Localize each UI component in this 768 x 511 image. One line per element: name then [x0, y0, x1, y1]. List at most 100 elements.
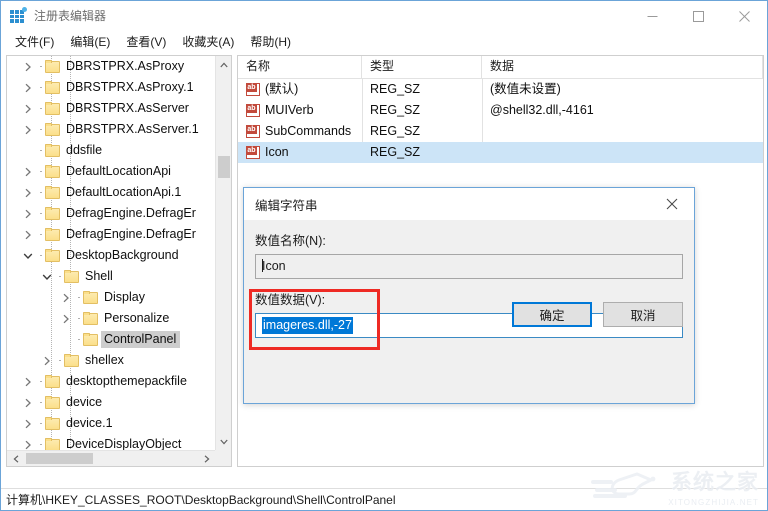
tree-node-device[interactable]: device — [7, 392, 216, 413]
tree-connector — [74, 329, 83, 350]
chevron-right-icon[interactable] — [20, 182, 36, 203]
window-title: 注册表编辑器 — [34, 9, 107, 23]
folder-icon — [45, 417, 60, 430]
menu-item-help[interactable]: 帮助(H) — [243, 32, 300, 52]
registry-editor-icon — [10, 7, 27, 24]
tree-node-ddsfile[interactable]: ddsfile — [7, 140, 216, 161]
value-type-cell: REG_SZ — [370, 103, 421, 117]
tree-node-device-1[interactable]: device.1 — [7, 413, 216, 434]
tree-vertical-scrollbar[interactable] — [215, 56, 231, 450]
tree-connector — [36, 140, 45, 161]
tree-node-shell[interactable]: Shell — [7, 266, 216, 287]
status-bar: 计算机\HKEY_CLASSES_ROOT\DesktopBackground\… — [1, 488, 767, 510]
tree-node-defaultlocationapi[interactable]: DefaultLocationApi — [7, 161, 216, 182]
scroll-up-icon[interactable] — [216, 56, 231, 73]
chevron-right-icon[interactable] — [39, 350, 55, 371]
chevron-right-icon[interactable] — [20, 77, 36, 98]
chevron-right-icon[interactable] — [20, 224, 36, 245]
chevron-right-icon[interactable] — [20, 56, 36, 77]
registry-value-row[interactable]: ab Icon REG_SZ — [238, 142, 763, 163]
tree-node-personalize[interactable]: Personalize — [7, 308, 216, 329]
folder-icon — [45, 165, 60, 178]
tree-node-defragengine-defrager[interactable]: DefragEngine.DefragEr — [7, 203, 216, 224]
tree-vertical-scroll-thumb[interactable] — [218, 156, 230, 178]
folder-icon — [45, 123, 60, 136]
dialog-close-icon[interactable] — [649, 188, 694, 219]
scroll-right-icon[interactable] — [198, 451, 215, 466]
tree-connector — [74, 308, 83, 329]
menu-item-edit[interactable]: 编辑(E) — [63, 32, 119, 52]
tree-node-shellex[interactable]: shellex — [7, 350, 216, 371]
close-icon[interactable] — [721, 1, 767, 31]
tree-node-devicedisplayobject[interactable]: DeviceDisplayObject — [7, 434, 216, 450]
tree-node-desktopthemepackfile[interactable]: desktopthemepackfile — [7, 371, 216, 392]
tree-node-defragengine-defrager[interactable]: DefragEngine.DefragEr — [7, 224, 216, 245]
chevron-down-icon[interactable] — [20, 245, 36, 266]
tree-node-label: DefragEngine.DefragEr — [66, 227, 196, 241]
menu-item-favorites[interactable]: 收藏夹(A) — [175, 32, 243, 52]
column-header-type[interactable]: 类型 — [362, 56, 482, 78]
tree-horizontal-scrollbar[interactable] — [7, 450, 215, 466]
chevron-right-icon[interactable] — [20, 98, 36, 119]
chevron-right-icon[interactable] — [58, 287, 74, 308]
tree-node-display[interactable]: Display — [7, 287, 216, 308]
tree-node-controlpanel[interactable]: ControlPanel — [7, 329, 216, 350]
dialog-title-bar: 编辑字符串 — [244, 188, 694, 220]
column-header-name[interactable]: 名称 — [238, 56, 362, 78]
tree-node-dbrstprx-asproxy[interactable]: DBRSTPRX.AsProxy — [7, 56, 216, 77]
minimize-icon[interactable] — [629, 1, 675, 31]
tree-node-desktopbackground[interactable]: DesktopBackground — [7, 245, 216, 266]
chevron-down-icon[interactable] — [39, 266, 55, 287]
chevron-right-icon[interactable] — [20, 371, 36, 392]
scroll-down-icon[interactable] — [216, 433, 231, 450]
folder-icon — [83, 291, 98, 304]
chevron-right-icon[interactable] — [20, 434, 36, 450]
value-name-cell: Icon — [265, 145, 289, 159]
tree-connector — [36, 98, 45, 119]
tree-connector — [36, 434, 45, 450]
tree-node-label: DefaultLocationApi.1 — [66, 185, 182, 199]
folder-icon — [45, 102, 60, 115]
cancel-button[interactable]: 取消 — [603, 302, 683, 327]
chevron-right-icon[interactable] — [20, 161, 36, 182]
value-name-cell: SubCommands — [265, 124, 352, 138]
registry-value-row[interactable]: ab (默认) REG_SZ (数值未设置) — [238, 79, 763, 100]
chevron-right-icon[interactable] — [20, 392, 36, 413]
registry-tree[interactable]: DBRSTPRX.AsProxy DBRSTPRX.AsProxy.1 DBRSTP… — [7, 56, 216, 450]
folder-icon — [45, 228, 60, 241]
edit-string-dialog: 编辑字符串 数值名称(N): Icon 数值数据(V): imageres.dl… — [243, 187, 695, 404]
tree-horizontal-scroll-thumb[interactable] — [26, 453, 93, 464]
folder-icon — [83, 333, 98, 346]
tree-connector — [36, 224, 45, 245]
registry-tree-pane: DBRSTPRX.AsProxy DBRSTPRX.AsProxy.1 DBRSTP… — [6, 55, 232, 467]
tree-node-dbrstprx-asserver-1[interactable]: DBRSTPRX.AsServer.1 — [7, 119, 216, 140]
value-name-input[interactable]: Icon — [255, 254, 683, 279]
tree-node-defaultlocationapi-1[interactable]: DefaultLocationApi.1 — [7, 182, 216, 203]
tree-node-dbrstprx-asserver[interactable]: DBRSTPRX.AsServer — [7, 98, 216, 119]
registry-value-row[interactable]: ab MUIVerb REG_SZ @shell32.dll,-4161 — [238, 100, 763, 121]
list-body[interactable]: ab (默认) REG_SZ (数值未设置) ab MUIVerb REG_SZ @shell… — [238, 79, 763, 163]
tree-node-dbrstprx-asproxy-1[interactable]: DBRSTPRX.AsProxy.1 — [7, 77, 216, 98]
chevron-right-icon[interactable] — [20, 119, 36, 140]
menu-item-view[interactable]: 查看(V) — [119, 32, 175, 52]
registry-value-row[interactable]: ab SubCommands REG_SZ — [238, 121, 763, 142]
value-name-text: Icon — [262, 259, 286, 273]
tree-node-label: device.1 — [66, 416, 113, 430]
ok-button[interactable]: 确定 — [512, 302, 592, 327]
value-type-cell: REG_SZ — [370, 145, 421, 159]
maximize-icon[interactable] — [675, 1, 721, 31]
chevron-right-icon[interactable] — [20, 203, 36, 224]
folder-icon — [83, 312, 98, 325]
chevron-right-icon[interactable] — [20, 413, 36, 434]
column-header-data[interactable]: 数据 — [482, 56, 763, 78]
tree-node-label: DefragEngine.DefragEr — [66, 206, 196, 220]
chevron-right-icon[interactable] — [58, 308, 74, 329]
menu-item-file[interactable]: 文件(F) — [8, 32, 63, 52]
scroll-left-icon[interactable] — [7, 451, 24, 466]
